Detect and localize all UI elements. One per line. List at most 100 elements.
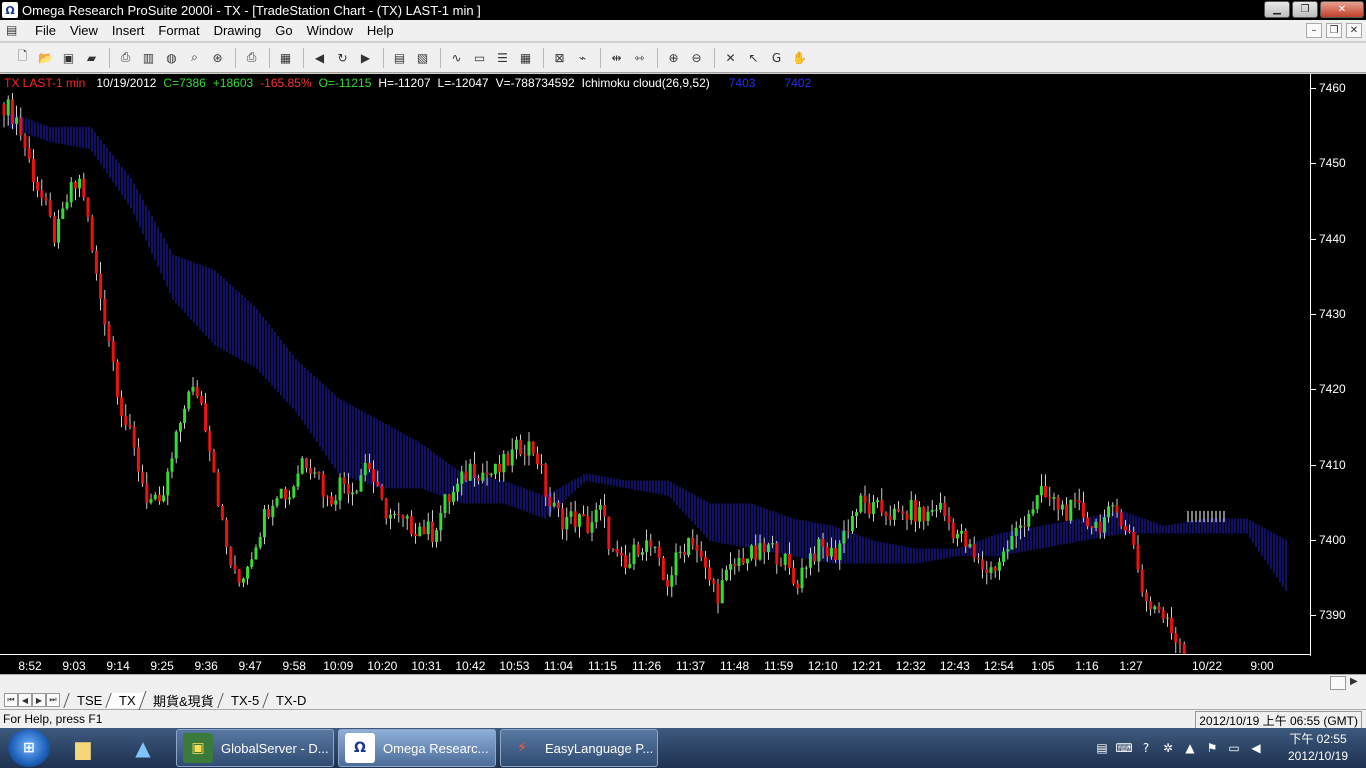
candle-body [682,551,686,556]
task-easylanguage[interactable]: ⚡ EasyLanguage P... [500,729,658,767]
scroll-right-icon[interactable]: ▶ [1350,676,1358,687]
chart-plot-area[interactable] [0,74,1310,654]
status-help: For Help, press F1 [3,712,103,726]
candle-body [535,453,539,464]
page-icon[interactable]: ▭ [469,48,490,68]
tray-expand-icon[interactable]: ▲ [1180,741,1200,755]
indicator-icon[interactable]: ∿ [446,48,467,68]
candle-body [943,502,947,517]
candle-body [695,544,699,551]
tab-last-icon[interactable]: ⏭ [46,693,60,707]
menu-go[interactable]: Go [268,23,299,38]
menu-window[interactable]: Window [300,23,360,38]
tray-help-icon[interactable]: ? [1136,741,1156,755]
table-icon[interactable]: ☰ [492,48,513,68]
hand-icon[interactable]: ✋ [789,48,810,68]
candle-body [548,496,552,507]
menu-help[interactable]: Help [360,23,401,38]
menu-format[interactable]: Format [151,23,206,38]
document-icon[interactable]: ▤ [6,23,24,39]
app-icon[interactable]: Ω [2,2,18,18]
menu-insert[interactable]: Insert [105,23,152,38]
candle-body [703,556,707,568]
tab-tse[interactable]: TSE [63,692,112,708]
candle-body [183,408,187,423]
refresh-icon[interactable]: ↻ [332,48,353,68]
explorer-icon[interactable]: ▆ [56,729,110,767]
global-icon[interactable]: G [766,48,787,68]
window-icon[interactable]: ▧ [412,48,433,68]
tray-flag-icon[interactable]: ⚑ [1202,741,1222,755]
zoom-out-icon[interactable]: ⊖ [686,48,707,68]
expand-icon[interactable]: ⇿ [629,48,650,68]
mdi-minimize-button[interactable]: – [1306,23,1322,38]
tray-pdf-icon[interactable]: ▤ [1092,741,1112,755]
line-chart-icon[interactable]: ⌁ [572,48,593,68]
grid-icon[interactable]: ▦ [515,48,536,68]
zoom-in-icon[interactable]: ⊕ [663,48,684,68]
task-globalserver[interactable]: ▣ GlobalServer - D... [176,729,334,767]
compress-icon[interactable]: ⇹ [606,48,627,68]
app-launcher-icon[interactable]: ▲ [116,729,170,767]
tools-icon[interactable]: ✕ [720,48,741,68]
printer-icon[interactable]: ⎙ [241,48,262,68]
scan-icon[interactable]: ⊛ [207,48,228,68]
globe-icon[interactable]: ◍ [161,48,182,68]
tab-next-icon[interactable]: ▶ [32,693,46,707]
candle-body [489,473,493,475]
tab-futures-spot[interactable]: 期貨&現貨 [138,690,224,710]
folder-icon[interactable]: ▰ [81,48,102,68]
menu-drawing[interactable]: Drawing [207,23,269,38]
horizontal-scrollbar[interactable]: ▶ [0,674,1366,691]
print-icon[interactable]: ⎙ [115,48,136,68]
chart-icon[interactable]: ▥ [138,48,159,68]
tab-prev-icon[interactable]: ◀ [18,693,32,707]
close-button[interactable]: ✕ [1320,1,1364,18]
price-tick: 7390 [1311,608,1346,623]
find-icon[interactable]: ⌕ [184,48,205,68]
candle-body [645,540,649,553]
tray-network-icon[interactable]: ✲ [1158,741,1178,755]
forward-icon[interactable]: ▶ [355,48,376,68]
tray-keyboard-icon[interactable]: ⌨ [1114,741,1134,755]
back-icon[interactable]: ◀ [309,48,330,68]
system-tray: ▤ ⌨ ? ✲ ▲ ⚑ ▭ ◀ 下午 02:55 2012/10/19 [1092,728,1366,768]
mdi-close-button[interactable]: ✕ [1346,23,1362,38]
price-chart[interactable]: TX LAST-1 min 10/19/2012 C=7386 +18603 -… [0,74,1366,674]
candle-body [208,431,212,452]
bar-chart-icon[interactable]: ⊠ [549,48,570,68]
scroll-thumb[interactable] [1330,676,1346,690]
tray-display-icon[interactable]: ▭ [1224,741,1244,755]
tab-tx[interactable]: TX [105,692,145,708]
candle-body [250,559,254,567]
candle-body [292,486,296,498]
minimize-button[interactable]: ▁ [1264,1,1290,18]
candle-body [430,521,434,543]
tab-first-icon[interactable]: ⏮ [4,693,18,707]
menu-file[interactable]: File [28,23,63,38]
candle-body [577,514,581,527]
tray-volume-icon[interactable]: ◀ [1246,741,1266,755]
candle-body [456,483,460,492]
new-icon[interactable]: 🗋 [12,48,33,68]
candle-body [136,447,140,472]
save-all-icon[interactable]: ▣ [58,48,79,68]
start-button[interactable]: ⊞ [8,729,50,767]
insert-chart-icon[interactable]: ▤ [389,48,410,68]
open-icon[interactable]: 📂 [35,48,56,68]
candle-body [309,467,313,474]
task-omega-research[interactable]: Ω Omega Researc... [338,729,496,767]
legend-symbol: TX LAST-1 min [4,76,86,90]
candle-body [913,500,917,522]
candle-body [758,543,762,560]
tab-tx-5[interactable]: TX-5 [216,692,268,708]
pointer-icon[interactable]: ↖ [743,48,764,68]
candle-body [422,526,426,535]
clock[interactable]: 下午 02:55 2012/10/19 [1274,731,1362,765]
menu-view[interactable]: View [63,23,105,38]
maximize-button[interactable]: ❐ [1292,1,1318,18]
candle-body [418,526,422,536]
properties-icon[interactable]: ▦ [275,48,296,68]
tab-tx-d[interactable]: TX-D [262,692,315,708]
mdi-restore-button[interactable]: ❐ [1326,23,1342,38]
